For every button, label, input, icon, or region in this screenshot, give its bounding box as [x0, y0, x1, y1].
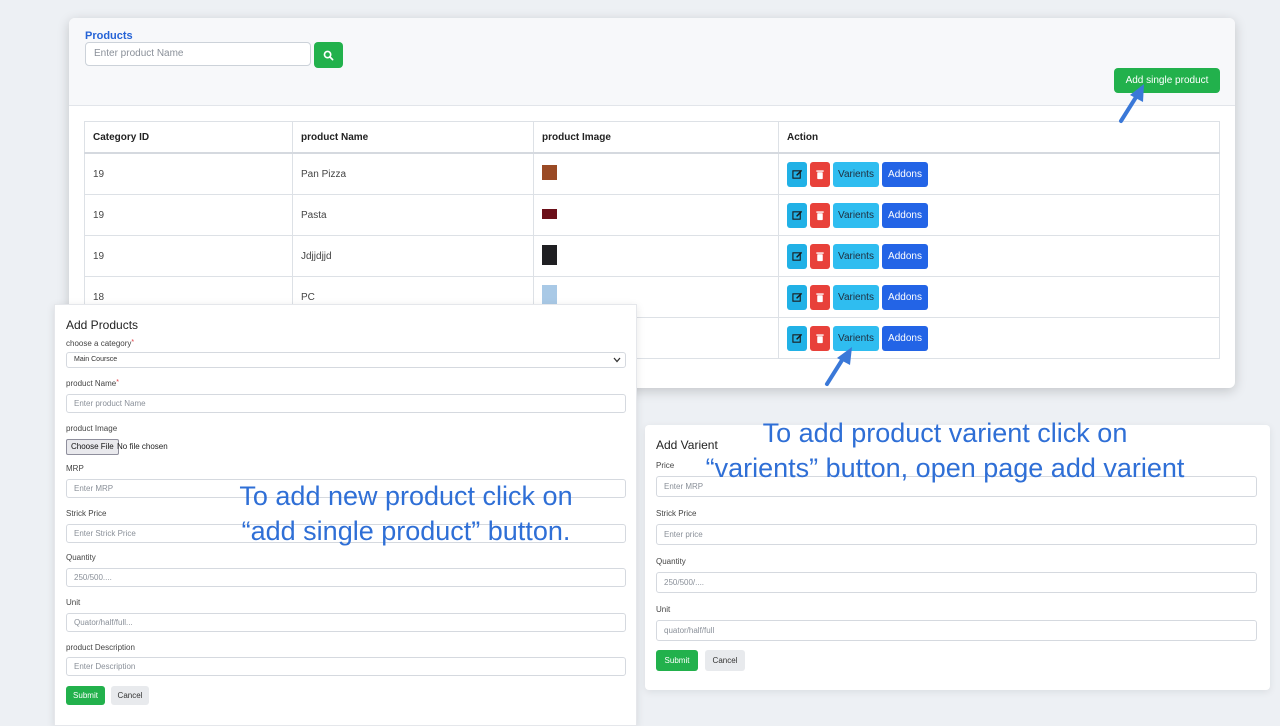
edit-icon: [791, 210, 802, 220]
product-name-cell: Pan Pizza: [292, 152, 534, 195]
category-id-cell: 19: [84, 235, 293, 277]
edit-button[interactable]: [787, 243, 807, 269]
unit-input[interactable]: quator/half/full: [656, 620, 1257, 641]
column-header[interactable]: product Image: [533, 121, 779, 154]
file-status-text: No file chosen: [117, 442, 168, 451]
product-name-label: product Name*: [66, 379, 119, 388]
addons-button[interactable]: Addons: [882, 202, 928, 228]
required-marker: *: [131, 339, 135, 346]
description-input[interactable]: Enter Description: [66, 657, 626, 676]
quantity-label: Quantity: [656, 557, 686, 566]
product-name-cell: Jdjjdjjd: [292, 235, 534, 277]
annotation-line: “add single product” button.: [241, 516, 571, 546]
product-name-input[interactable]: Enter product Name: [66, 394, 626, 413]
delete-button[interactable]: [810, 284, 830, 310]
delete-button[interactable]: [810, 161, 830, 187]
delete-button[interactable]: [810, 243, 830, 269]
product-thumbnail: [542, 244, 557, 265]
product-image-cell: [533, 152, 779, 195]
arrow-icon: [1119, 84, 1144, 123]
addons-button[interactable]: Addons: [882, 243, 928, 269]
submit-button[interactable]: Submit: [656, 650, 698, 671]
category-label: choose a category*: [66, 339, 134, 348]
add-product-annotation: To add new product click on “add single …: [190, 479, 622, 549]
column-header[interactable]: Category ID: [84, 121, 293, 154]
search-button[interactable]: [314, 42, 343, 68]
table-header-row: Category ID product Name product Image A…: [84, 121, 1220, 154]
action-cell: Varients Addons: [778, 194, 1220, 236]
delete-button[interactable]: [810, 202, 830, 228]
edit-icon: [791, 292, 802, 302]
addons-button[interactable]: Addons: [882, 284, 928, 310]
quantity-input[interactable]: 250/500/....: [656, 572, 1257, 593]
variants-button[interactable]: Varients: [833, 243, 879, 269]
mrp-label: MRP: [66, 464, 84, 473]
column-header[interactable]: product Name: [292, 121, 534, 154]
category-label-text: choose a category: [66, 339, 132, 348]
trash-icon: [816, 333, 824, 343]
trash-icon: [816, 210, 824, 220]
category-id-cell: 19: [84, 152, 293, 195]
cancel-button[interactable]: Cancel: [111, 686, 149, 705]
trash-icon: [816, 251, 824, 261]
variants-button[interactable]: Varients: [833, 202, 879, 228]
table-row: 19 Jdjjdjjd Varients Addons: [84, 235, 1220, 277]
description-label: product Description: [66, 643, 135, 652]
strick-price-label: Strick Price: [66, 509, 107, 518]
edit-icon: [791, 251, 802, 261]
annotation-line: To add product varient click on: [762, 418, 1128, 448]
required-marker: *: [116, 379, 119, 386]
product-thumbnail: [542, 165, 557, 180]
action-cell: Varients Addons: [778, 235, 1220, 277]
quantity-input[interactable]: 250/500....: [66, 568, 626, 587]
category-select-value: Main Coursce: [74, 356, 118, 363]
search-icon: [323, 50, 334, 60]
variants-button[interactable]: Varients: [833, 161, 879, 187]
unit-label: Unit: [656, 605, 671, 614]
addons-button[interactable]: Addons: [882, 325, 928, 351]
annotation-line: “varients” button, open page add varient: [705, 453, 1185, 483]
product-image-label: product Image: [66, 424, 118, 433]
product-name-cell: Pasta: [292, 194, 534, 236]
addons-button[interactable]: Addons: [882, 161, 928, 187]
submit-button[interactable]: Submit: [66, 686, 105, 705]
trash-icon: [816, 292, 824, 302]
action-cell: Varients Addons: [778, 276, 1220, 318]
strick-price-label: Strick Price: [656, 509, 697, 518]
variants-button[interactable]: Varients: [833, 284, 879, 310]
product-image-cell: [533, 235, 779, 277]
product-search-input[interactable]: Enter product Name: [85, 42, 311, 66]
product-name-label-text: product Name: [66, 379, 117, 388]
column-header[interactable]: Action: [778, 121, 1220, 154]
annotation-line: To add new product click on: [239, 481, 573, 511]
edit-button[interactable]: [787, 325, 807, 351]
cancel-button[interactable]: Cancel: [705, 650, 745, 671]
product-thumbnail: [542, 208, 557, 219]
table-row: 19 Pasta Varients Addons: [84, 194, 1220, 236]
trash-icon: [816, 169, 824, 179]
table-row: 19 Pan Pizza Varients Addons: [84, 152, 1220, 195]
choose-file-button[interactable]: Choose File: [66, 439, 119, 455]
edit-button[interactable]: [787, 161, 807, 187]
category-select[interactable]: Main Coursce: [66, 352, 626, 368]
strick-price-input[interactable]: Enter price: [656, 524, 1257, 545]
edit-button[interactable]: [787, 284, 807, 310]
unit-input[interactable]: Quator/half/full...: [66, 613, 626, 632]
category-id-cell: 19: [84, 194, 293, 236]
quantity-label: Quantity: [66, 553, 96, 562]
products-header: Products Enter product Name Add single p…: [69, 18, 1235, 106]
action-cell: Varients Addons: [778, 152, 1220, 195]
product-image-cell: [533, 194, 779, 236]
unit-label: Unit: [66, 598, 81, 607]
arrow-icon: [825, 347, 852, 386]
products-title: Products: [85, 30, 133, 42]
edit-icon: [791, 169, 802, 179]
edit-icon: [791, 333, 802, 343]
chevron-down-icon: [613, 357, 621, 363]
variant-annotation: To add product varient click on “varient…: [660, 416, 1230, 486]
edit-button[interactable]: [787, 202, 807, 228]
add-products-title: Add Products: [66, 318, 139, 332]
